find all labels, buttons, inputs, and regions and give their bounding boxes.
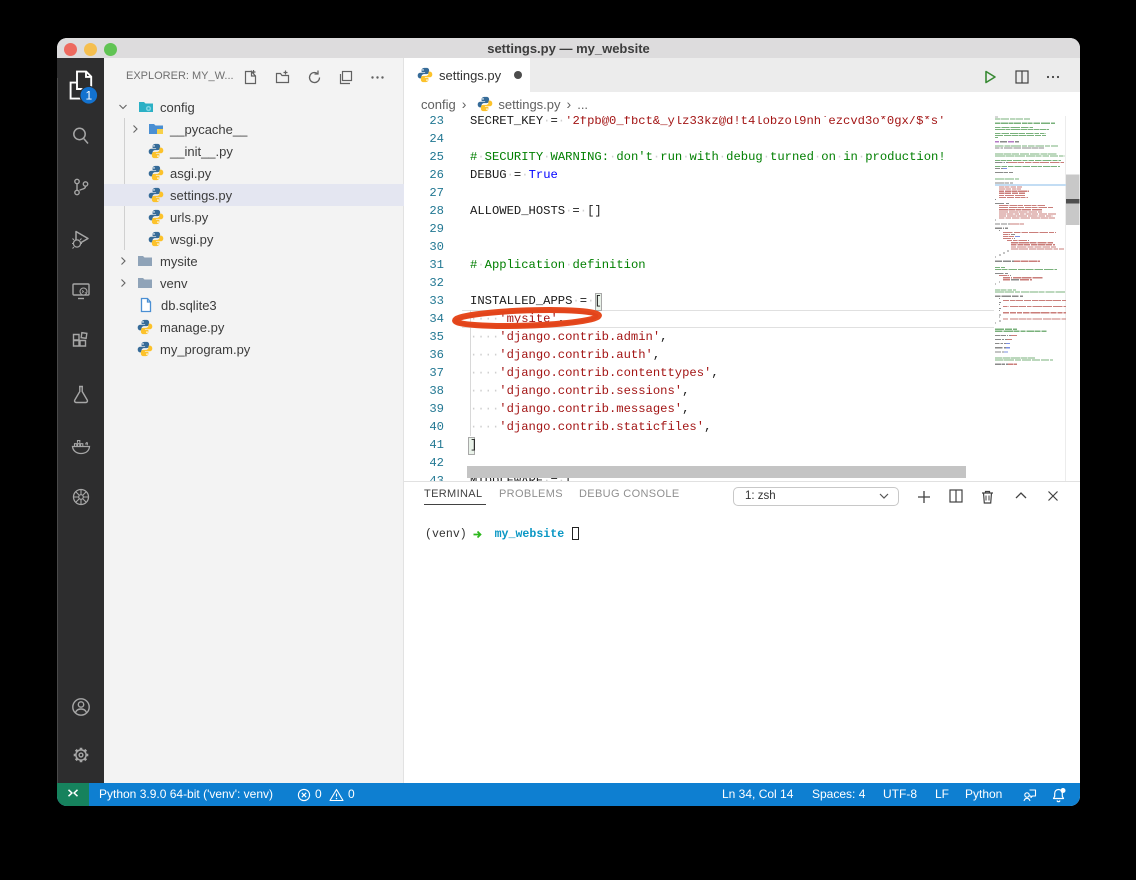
- svg-text:1: 1: [85, 89, 92, 103]
